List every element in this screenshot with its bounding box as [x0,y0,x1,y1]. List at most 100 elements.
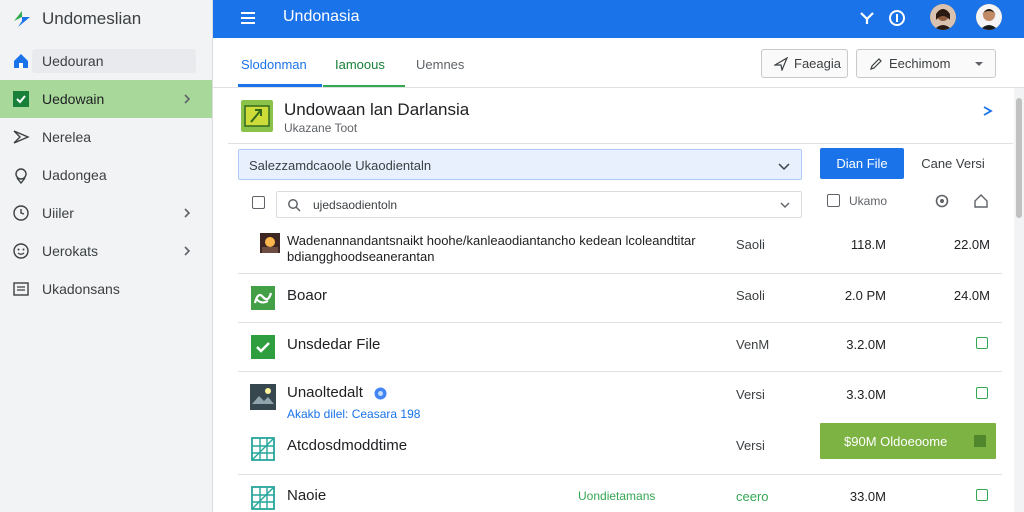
chevron-right-icon [184,94,191,104]
sidebar-nav: Uedouran Uedowain Nerelea Uadongea Uiile… [0,42,212,308]
sidebar-item-label: Ukadonsans [42,281,120,297]
location-icon [12,166,30,184]
file-size-2: 22.0M [953,237,990,252]
row-status-checkbox[interactable] [976,337,988,349]
menu-icon[interactable] [240,11,256,25]
checkbox-green-icon [251,335,275,359]
cane-versi-button[interactable]: Cane Versi [912,148,994,179]
sidebar-item-uedouran[interactable]: Uedouran [0,42,212,80]
sidebar-item-label: Uedouran [42,53,104,69]
top-bar: Undonasia [213,0,1024,38]
row-status-checkbox[interactable] [976,387,988,399]
tab-bar: Slodonman Iamoous Uemnes Faeagia Eechimo… [213,38,1024,88]
faeagia-button[interactable]: Faeagia [761,49,848,78]
filter-icon[interactable] [857,8,877,28]
sidebar-item-uadongea[interactable]: Uadongea [0,156,212,194]
sidebar-item-label: Uiiler [42,205,74,221]
grid-file-icon [251,437,275,461]
search-value: ujedsaodientoln [313,198,398,212]
dian-file-button[interactable]: Dian File [820,148,904,179]
grid-file-icon [251,486,275,510]
list-icon [12,280,30,298]
check-icon [12,90,30,108]
table-row[interactable]: Wadenannandantsnaikt hoohe/kanleaodianta… [238,225,1002,274]
chevron-right-icon[interactable] [981,104,995,118]
avatar[interactable] [930,4,956,30]
smile-icon [12,242,30,260]
status-progress-label: $90M Oldoeoome [844,434,948,449]
status-progress-bar[interactable]: $90M Oldoeoome [820,423,996,459]
tab-iamoous[interactable]: Iamoous [335,57,385,72]
image-thumb-icon [250,384,276,410]
info-icon[interactable] [887,8,907,28]
sidebar: Undomeslian Uedouran Uedowain Nerelea Ua… [0,0,213,512]
settings-icon[interactable] [934,193,950,209]
avatar[interactable] [976,4,1002,30]
tab-active-indicator [238,84,322,87]
file-kind: Versi [736,387,765,402]
folder-edit-icon [241,100,273,132]
sidebar-item-label: Uedowain [42,91,105,107]
divider [228,143,1013,144]
progress-end-marker [974,435,986,447]
file-size: 3.2.0M [846,337,886,352]
sidebar-item-uiiler[interactable]: Uiiler [0,194,212,232]
table-row[interactable]: Unaoltedalt Akakb dilel: Ceasara 198 Ver… [238,372,1002,421]
pen-icon [870,57,882,70]
file-name: Wadenannandantsnaikt hoohe/kanleaodianta… [287,233,696,264]
chevron-down-icon [975,62,983,66]
image-thumb-icon [260,233,280,253]
sidebar-item-label: Uerokats [42,243,99,259]
sidebar-item-label: Nerelea [42,129,92,145]
file-size: 2.0 PM [844,288,886,303]
table-row[interactable]: Atcdosdmoddtime Versi $90M Oldoeoome [238,421,1002,475]
column-label-ukamo: Ukamo [849,194,888,208]
verified-icon [374,387,387,400]
file-size-2: 24.0M [953,288,990,303]
file-panel: Undowaan lan Darlansia Ukazane Toot Sale… [228,88,1013,512]
file-name: Unsdedar File [287,336,381,353]
file-sub-link[interactable]: Akakb dilel: Ceasara 198 [287,407,420,421]
home-icon[interactable] [973,193,989,209]
sidebar-item-ukadonsans[interactable]: Ukadonsans [0,270,212,308]
chevron-down-icon [780,202,790,208]
panel-title: Undowaan lan Darlansia [284,100,470,119]
green-doc-icon [251,286,275,310]
tab-active-indicator-green [323,85,405,87]
chevron-right-icon [184,208,191,218]
tab-uemnes[interactable]: Uemnes [416,57,464,72]
file-kind: Saoli [736,288,765,303]
folder-select-value: Salezzamdcaoole Ukaodientaln [249,158,432,173]
table-row[interactable]: Boaor Saoli 2.0 PM 24.0M [238,274,1002,323]
row-status-checkbox[interactable] [976,489,988,501]
file-kind: Saoli [736,237,765,252]
logo-icon [14,11,30,27]
file-name: Unaoltedalt [287,384,363,401]
eechimom-dropdown[interactable]: Eechimom [856,49,996,78]
table-row[interactable]: Naoie Uondietamans ceero 33.0M [238,475,1002,512]
app-name: Undomeslian [42,9,142,28]
table-row[interactable]: Unsdedar File VenM 3.2.0M [238,323,1002,372]
select-all-checkbox[interactable] [252,196,265,209]
file-name: Naoie [287,487,327,504]
file-size: 33.0M [849,489,886,504]
search-input[interactable]: ujedsaodientoln [276,191,802,218]
page-title: Undonasia [283,8,360,25]
chevron-down-icon [778,163,790,171]
sidebar-item-uerokats[interactable]: Uerokats [0,232,212,270]
scrollbar-thumb[interactable] [1016,98,1022,218]
column-checkbox[interactable] [827,194,840,207]
folder-select[interactable]: Salezzamdcaoole Ukaodientaln [238,149,802,180]
sidebar-item-nerelea[interactable]: Nerelea [0,118,212,156]
tab-slodonman[interactable]: Slodonman [241,57,307,72]
clock-icon [12,204,30,222]
file-name: Atcdosdmoddtime [287,437,408,454]
file-kind: Versi [736,438,765,453]
scrollbar[interactable] [1014,88,1024,512]
brand[interactable]: Undomeslian [0,0,212,38]
file-kind: VenM [736,337,770,352]
sidebar-item-uedowain[interactable]: Uedowain [0,80,212,118]
file-size: 118.M [850,237,886,252]
panel-subtitle: Ukazane Toot [284,121,358,135]
home-icon [12,52,30,70]
